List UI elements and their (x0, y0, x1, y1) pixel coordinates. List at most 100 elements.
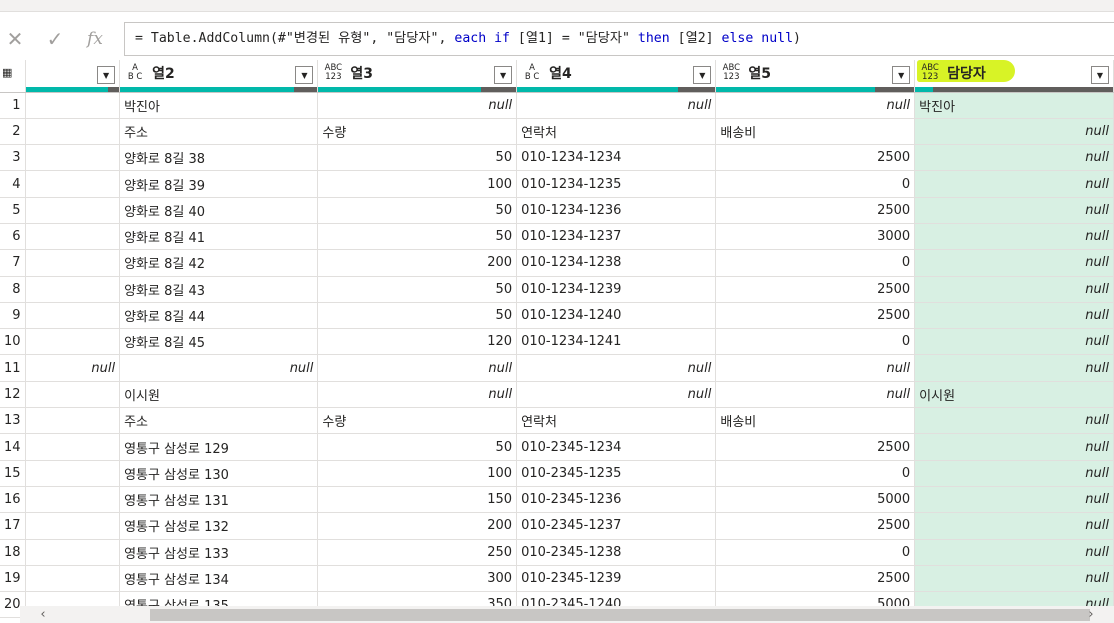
table-cell[interactable]: 이시원 (914, 381, 1114, 409)
table-cell[interactable]: null (914, 328, 1114, 356)
table-cell[interactable]: null (914, 170, 1114, 198)
table-cell[interactable]: 0 (715, 539, 916, 566)
text-type-icon[interactable]: AB C (124, 64, 146, 81)
table-cell[interactable]: 2500 (715, 144, 916, 172)
table-cell[interactable]: 배송비 (715, 118, 916, 146)
row-number[interactable]: 5 (0, 197, 26, 224)
filter-dropdown-icon[interactable]: ▼ (295, 66, 314, 84)
table-cell[interactable]: 영통구 삼성로 131 (119, 486, 319, 514)
table-cell[interactable]: 영통구 삼성로 130 (119, 460, 319, 487)
filter-dropdown-icon[interactable]: ▼ (892, 66, 911, 84)
table-cell[interactable]: 주소 (119, 118, 319, 146)
table-cell[interactable]: 양화로 8길 43 (119, 276, 319, 303)
table-cell[interactable]: 영통구 삼성로 134 (119, 565, 319, 593)
table-cell[interactable]: 010-1234-1241 (516, 328, 717, 356)
column-header-3[interactable]: ABC 123 열3 ▼ (317, 60, 518, 93)
row-number[interactable]: 17 (0, 512, 26, 540)
row-number[interactable]: 11 (0, 354, 26, 382)
table-cell[interactable] (25, 223, 121, 251)
table-cell[interactable]: 150 (317, 486, 518, 514)
table-cell[interactable]: null (914, 249, 1114, 277)
table-cell[interactable]: 010-1234-1240 (516, 302, 717, 330)
filter-dropdown-icon[interactable]: ▼ (494, 66, 513, 84)
table-cell[interactable]: 5000 (715, 486, 916, 514)
table-cell[interactable]: 010-2345-1235 (516, 460, 717, 487)
row-number[interactable]: 10 (0, 328, 26, 356)
table-cell[interactable]: 2500 (715, 302, 916, 330)
row-number[interactable]: 15 (0, 460, 26, 487)
scroll-thumb[interactable] (150, 609, 1090, 621)
table-menu-corner[interactable]: ▦ (0, 60, 26, 93)
table-cell[interactable]: 200 (317, 512, 518, 540)
table-cell[interactable]: null (914, 144, 1114, 172)
table-cell[interactable]: null (715, 381, 916, 409)
table-cell[interactable]: 010-2345-1236 (516, 486, 717, 514)
table-cell[interactable]: 양화로 8길 45 (119, 328, 319, 356)
table-cell[interactable] (25, 170, 121, 198)
table-cell[interactable]: 0 (715, 460, 916, 487)
row-number[interactable]: 9 (0, 302, 26, 330)
any-type-icon[interactable]: ABC 123 (919, 64, 941, 81)
table-cell[interactable]: 배송비 (715, 407, 916, 435)
table-cell[interactable]: 100 (317, 460, 518, 487)
table-cell[interactable]: null (914, 433, 1114, 461)
table-cell[interactable]: 영통구 삼성로 129 (119, 433, 319, 461)
table-cell[interactable]: 연락처 (516, 118, 717, 146)
table-cell[interactable] (25, 302, 121, 330)
table-cell[interactable]: null (25, 354, 121, 382)
table-cell[interactable]: null (317, 92, 518, 119)
row-number[interactable]: 3 (0, 144, 26, 172)
table-cell[interactable]: 3000 (715, 223, 916, 251)
scroll-right-icon[interactable]: › (1082, 606, 1100, 623)
table-cell[interactable]: 50 (317, 223, 518, 251)
row-number[interactable]: 1 (0, 92, 26, 119)
table-cell[interactable]: 200 (317, 249, 518, 277)
table-cell[interactable]: 수량 (317, 118, 518, 146)
table-cell[interactable] (25, 433, 121, 461)
row-number[interactable]: 4 (0, 170, 26, 198)
table-cell[interactable]: 0 (715, 170, 916, 198)
table-cell[interactable] (25, 249, 121, 277)
table-cell[interactable] (25, 276, 121, 303)
cancel-icon[interactable]: ✕ (0, 24, 30, 54)
filter-dropdown-icon[interactable]: ▼ (1091, 66, 1109, 84)
confirm-icon[interactable]: ✓ (40, 24, 70, 54)
table-cell[interactable]: 2500 (715, 512, 916, 540)
table-cell[interactable]: 010-1234-1235 (516, 170, 717, 198)
table-cell[interactable]: 양화로 8길 44 (119, 302, 319, 330)
row-number[interactable]: 14 (0, 433, 26, 461)
table-cell[interactable]: null (914, 302, 1114, 330)
formula-input[interactable]: = Table.AddColumn(#"변경된 유형", "담당자", each… (124, 22, 1114, 56)
table-cell[interactable]: 연락처 (516, 407, 717, 435)
table-cell[interactable]: 수량 (317, 407, 518, 435)
table-cell[interactable]: null (914, 118, 1114, 146)
table-cell[interactable]: 2500 (715, 276, 916, 303)
table-cell[interactable]: 0 (715, 328, 916, 356)
table-cell[interactable]: null (914, 223, 1114, 251)
table-cell[interactable]: 영통구 삼성로 132 (119, 512, 319, 540)
table-cell[interactable]: null (914, 565, 1114, 593)
table-cell[interactable]: 010-1234-1238 (516, 249, 717, 277)
row-number[interactable]: 7 (0, 249, 26, 277)
table-cell[interactable]: 50 (317, 433, 518, 461)
column-header-5[interactable]: ABC 123 열5 ▼ (715, 60, 916, 93)
table-cell[interactable]: 300 (317, 565, 518, 593)
table-cell[interactable]: 2500 (715, 433, 916, 461)
table-cell[interactable]: 010-2345-1234 (516, 433, 717, 461)
table-cell[interactable]: 양화로 8길 38 (119, 144, 319, 172)
table-cell[interactable]: 100 (317, 170, 518, 198)
column-header-6[interactable]: ABC 123 담당자 ▼ (914, 60, 1114, 93)
filter-dropdown-icon[interactable]: ▼ (693, 66, 712, 84)
table-cell[interactable]: 50 (317, 276, 518, 303)
table-cell[interactable]: 2500 (715, 197, 916, 224)
row-number[interactable]: 12 (0, 381, 26, 409)
any-type-icon[interactable]: ABC 123 (720, 64, 742, 81)
horizontal-scrollbar[interactable]: ‹ › (20, 606, 1114, 623)
column-header-1[interactable]: ▼ (25, 60, 121, 93)
table-cell[interactable]: 양화로 8길 39 (119, 170, 319, 198)
filter-dropdown-icon[interactable]: ▼ (97, 66, 116, 84)
table-cell[interactable]: 010-2345-1238 (516, 539, 717, 566)
fx-icon[interactable]: fx (80, 24, 110, 54)
scroll-left-icon[interactable]: ‹ (34, 606, 52, 623)
column-header-4[interactable]: AB C 열4 ▼ (516, 60, 717, 93)
